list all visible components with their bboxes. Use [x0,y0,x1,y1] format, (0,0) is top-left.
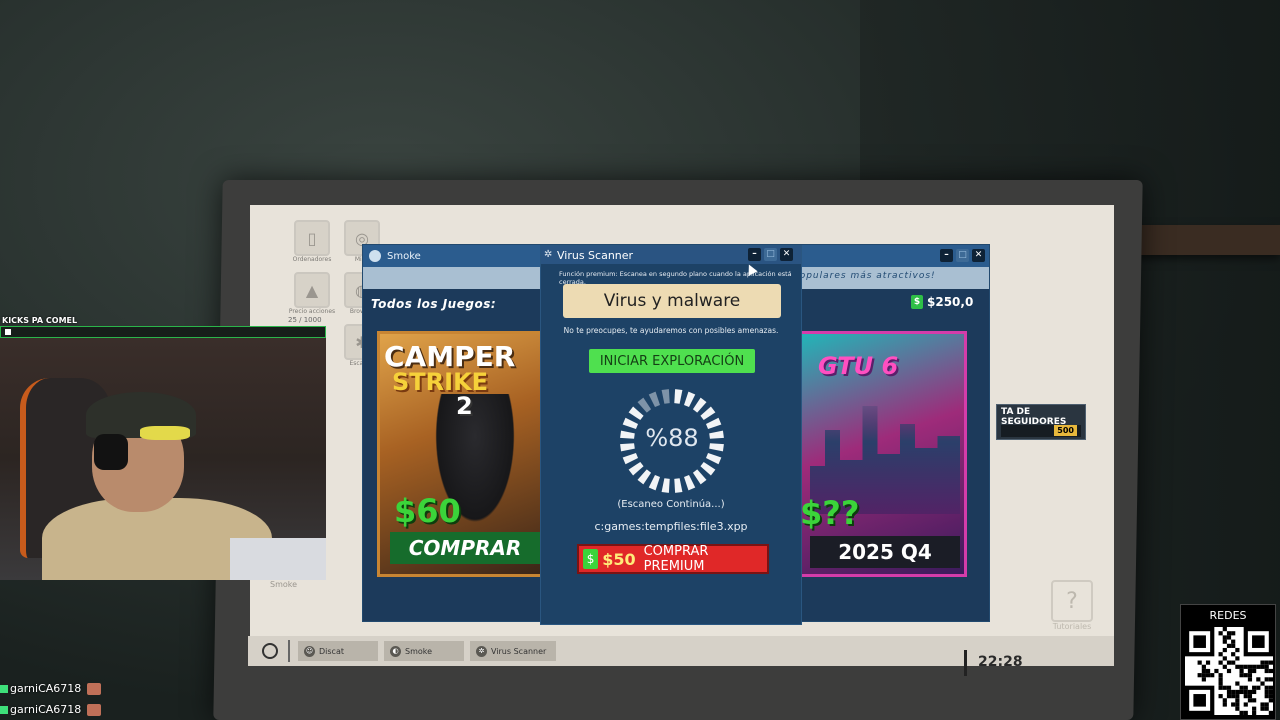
buy-button[interactable]: COMPRAR [390,532,540,564]
help-icon: ? [1051,580,1093,622]
buy-premium-button[interactable]: $ $50 COMPRAR PREMIUM [577,544,769,574]
game-card-camper-strike[interactable]: CAMPER STRIKE 2 $60 COMPRAR [377,331,547,577]
progress-segment [661,478,670,493]
taskbar-item-smoke[interactable]: ◐ Smoke [384,641,464,661]
followers-bar: 500 [1001,425,1081,437]
desktop-icon-precio[interactable]: ▲ Precio acciones [288,272,336,334]
desktop-counter: 25 / 1000 [288,316,322,324]
chat-emote-icon [87,703,102,716]
tutorials-shortcut[interactable]: ? Tutoriales [1040,580,1104,640]
progress-segment [648,391,660,408]
close-button[interactable]: ✕ [780,248,793,261]
followers-label: TA DE SEGUIDORES [1001,407,1067,427]
scan-status: (Escaneo Continúa...) [617,499,725,510]
webcam-goal-bar [0,326,326,338]
taskbar-item-label: Virus Scanner [491,646,547,656]
webcam-title: KICKS PA COMEL [2,316,78,325]
balance-value: $250,0 [927,295,974,309]
chat-message: garniCA6718 [0,682,102,695]
progress-segment [700,461,716,476]
webcam-feed [0,338,326,580]
discat-icon: ☺ [304,645,315,657]
image-icon: ▲ [294,272,330,308]
cap-brim [140,426,190,440]
bug-icon: ✲ [544,249,553,260]
game-card-gtu6[interactable]: GTU 6 $?? 2025 Q4 [797,331,967,577]
money-icon: $ [583,549,599,569]
progress-segment [684,474,696,491]
close-button[interactable]: ✕ [972,249,985,262]
computer-icon: ▯ [294,220,330,256]
clock-divider [964,650,967,676]
game-title-line2: STRIKE [392,368,489,396]
taskbar-item-discat[interactable]: ☺ Discat [298,641,378,661]
game-price: $?? [800,494,860,532]
chat-badge-icon [0,705,8,714]
progress-segment [700,406,716,421]
progress-segment [674,389,683,404]
chat-emote-icon [87,682,102,695]
game-price: $60 [394,492,461,530]
scan-progress-text: %88 [645,424,699,452]
maximize-button[interactable]: □ [764,248,777,261]
followers-goal-widget: TA DE SEGUIDORES 500 [996,404,1086,440]
release-date: 2025 Q4 [810,536,960,568]
virus-scanner-window: ✲ Virus Scanner – □ ✕ Función premium: E… [540,245,802,625]
start-button[interactable] [262,643,278,659]
start-scan-button[interactable]: INICIAR EXPLORACIÓN [589,349,755,373]
progress-segment [628,461,644,476]
goal-marker [5,329,11,335]
wallet-balance: $ $250,0 [911,295,973,309]
premium-price: $50 [602,549,636,569]
scanner-subtitle: No te preocupes, te ayudaremos con posib… [563,326,779,335]
money-icon: $ [911,295,923,309]
minimize-button[interactable]: – [748,248,761,261]
virus-scanner-titlebar[interactable]: ✲ Virus Scanner – □ ✕ [541,246,801,264]
progress-segment [661,389,670,404]
taskbar-divider [288,640,290,662]
smoke-window-title: Smoke [387,250,421,262]
followers-value: 500 [1054,425,1077,436]
smoke-icon: ◐ [390,645,401,657]
headset-icon [94,434,128,470]
qr-code-panel: REDES [1180,604,1276,720]
game-title: GTU 6 [818,352,899,380]
game-title-line3: 2 [456,392,473,420]
qr-code-icon [1185,627,1273,715]
desk [230,538,326,580]
progress-segment [674,478,683,493]
progress-segment [692,469,707,485]
maximize-button[interactable]: □ [956,249,969,262]
virus-scanner-title: Virus Scanner [557,248,634,262]
section-label: Todos los Juegos: [371,297,497,311]
current-file-path: c:games:tempfiles:file3.xpp [594,520,748,533]
qr-label: REDES [1209,609,1247,622]
taskbar-item-label: Smoke [405,646,433,656]
premium-button-label: COMPRAR PREMIUM [643,544,709,574]
taskbar-clock: 22:28 [978,654,1023,670]
chat-badge-icon [0,684,8,693]
taskbar-item-virus-scanner[interactable]: ✲ Virus Scanner [470,641,556,661]
bug-icon: ✲ [476,645,487,657]
store-banner-text: populares más atractivos! [793,271,936,281]
chat-username: garniCA6718 [10,703,82,716]
chat-message: garniCA6718 [0,703,102,716]
desktop-icon-label: Ordenadores [292,256,332,263]
progress-segment [692,397,707,413]
progress-segment [705,453,722,465]
tutorials-label: Tutoriales [1052,622,1092,631]
desktop-icon-label: Precio acciones [288,308,336,315]
desktop-smoke-label: Smoke [270,580,298,589]
progress-segment [622,453,639,465]
progress-segment [648,474,660,491]
progress-segment [684,391,696,408]
smoke-logo-icon [369,250,381,262]
taskbar-item-label: Discat [319,646,344,656]
progress-segment [628,406,644,421]
chat-username: garniCA6718 [10,682,82,695]
progress-segment [637,469,652,485]
scanner-heading: Virus y malware [563,284,781,318]
progress-segment [637,397,652,413]
minimize-button[interactable]: – [940,249,953,262]
